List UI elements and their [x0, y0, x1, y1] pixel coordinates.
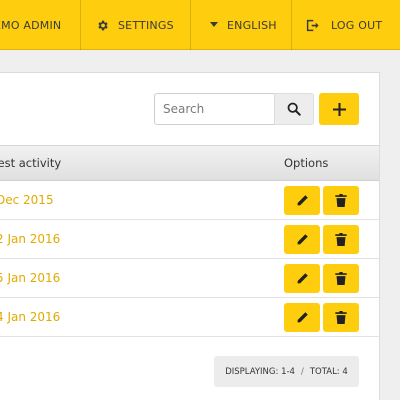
latest-activity-link[interactable]: 4 Jan 2016 [0, 298, 120, 336]
logout-icon [306, 19, 319, 31]
column-header-options: Options [284, 156, 329, 170]
trash-icon [335, 272, 347, 285]
edit-button[interactable] [284, 264, 320, 293]
settings-menu[interactable]: SETTINGS [96, 0, 174, 50]
nav-divider [190, 0, 191, 50]
logout-link[interactable]: LOG OUT [306, 0, 382, 50]
column-header-latest-activity[interactable]: test activity [0, 146, 120, 180]
pagination-separator: / [300, 366, 304, 377]
latest-activity-link[interactable]: 5 Jan 2016 [0, 259, 120, 297]
pagination-summary: DISPLAYING: 1-4 / TOTAL: 4 [214, 356, 359, 387]
displaying-count: DISPLAYING: 1-4 [225, 366, 295, 377]
content-panel: test activity Options Dec 2015 2 Jan 201… [0, 72, 380, 400]
pencil-icon [297, 195, 308, 206]
pencil-icon [297, 312, 308, 323]
top-navigation-bar: EMO ADMIN SETTINGS ENGLISH LOG OUT [0, 0, 400, 50]
latest-activity-link[interactable]: Dec 2015 [0, 181, 120, 219]
delete-button[interactable] [323, 225, 359, 254]
edit-button[interactable] [284, 225, 320, 254]
plus-icon [332, 102, 346, 116]
table-row: 2 Jan 2016 [0, 220, 379, 259]
search-input[interactable] [154, 93, 275, 125]
edit-button[interactable] [284, 186, 320, 215]
settings-label: SETTINGS [118, 18, 174, 32]
trash-icon [335, 311, 347, 324]
table-row: 5 Jan 2016 [0, 259, 379, 298]
caret-down-icon [210, 22, 218, 27]
search-button[interactable] [274, 93, 314, 125]
delete-button[interactable] [323, 303, 359, 332]
total-count: TOTAL: 4 [309, 366, 348, 377]
table-header: test activity Options [0, 145, 379, 181]
user-label: EMO ADMIN [0, 18, 62, 32]
trash-icon [335, 194, 347, 207]
language-label: ENGLISH [227, 18, 277, 32]
nav-divider [291, 0, 292, 50]
delete-button[interactable] [323, 186, 359, 215]
pencil-icon [297, 273, 308, 284]
language-selector[interactable]: ENGLISH [210, 0, 277, 50]
gear-icon [98, 20, 108, 30]
pencil-icon [297, 234, 308, 245]
search-icon [287, 102, 301, 116]
delete-button[interactable] [323, 264, 359, 293]
logout-label: LOG OUT [331, 18, 383, 32]
nav-divider [80, 0, 81, 50]
add-button[interactable] [319, 93, 359, 125]
table-row: Dec 2015 [0, 181, 379, 220]
edit-button[interactable] [284, 303, 320, 332]
table-row: 4 Jan 2016 [0, 298, 379, 337]
user-menu[interactable]: EMO ADMIN [0, 0, 61, 50]
trash-icon [335, 233, 347, 246]
latest-activity-link[interactable]: 2 Jan 2016 [0, 220, 120, 258]
